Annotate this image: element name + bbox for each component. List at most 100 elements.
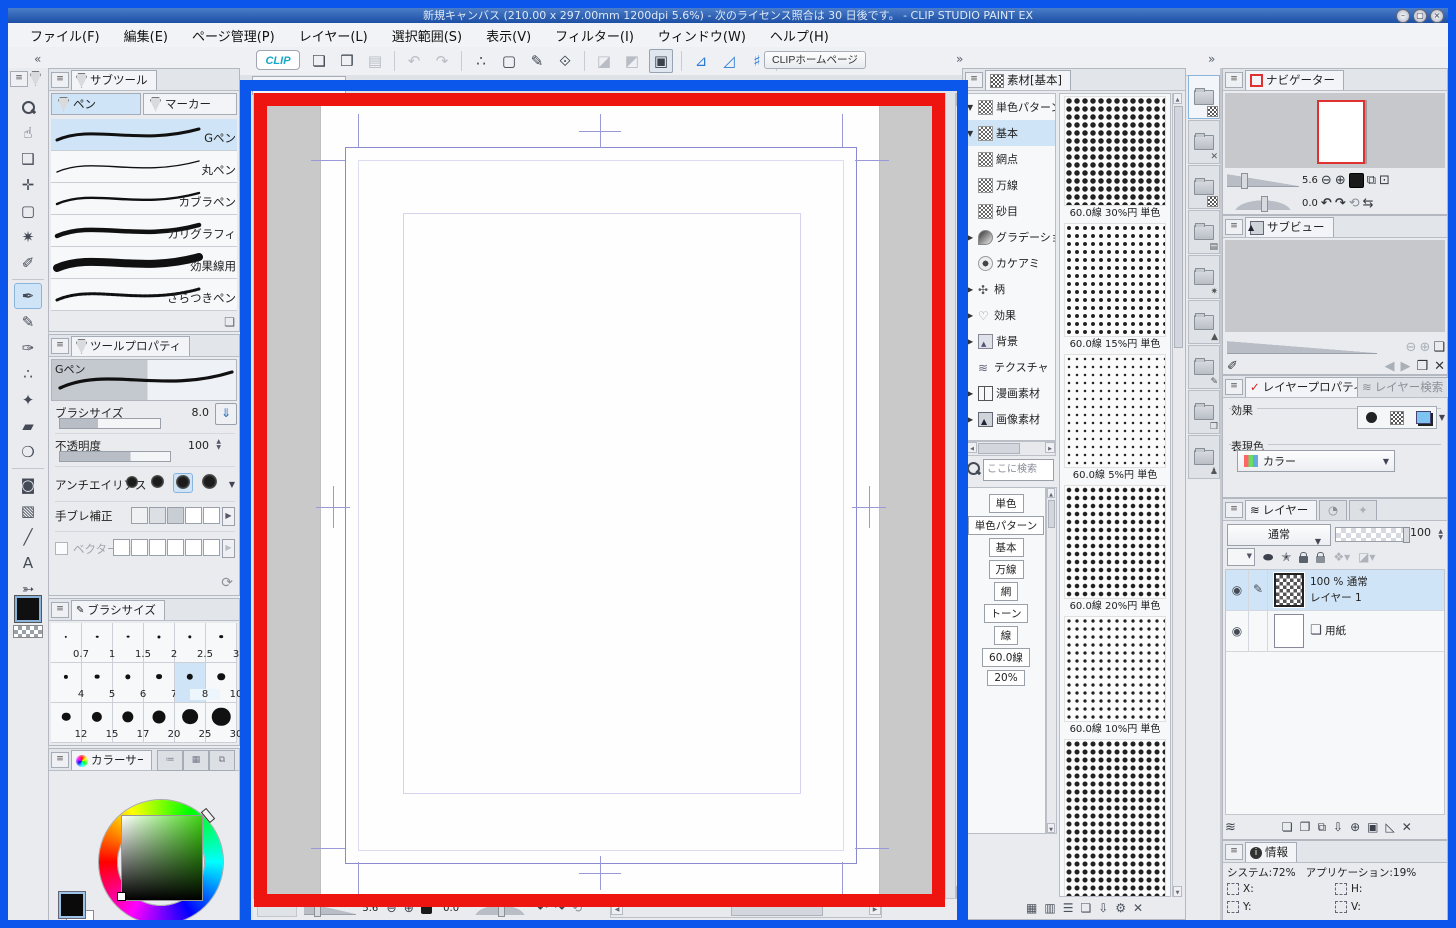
transparent-color-swatch[interactable]	[13, 625, 43, 638]
menu-item[interactable]: ファイル(F)	[18, 24, 112, 47]
material-tree-item[interactable]: 網点	[967, 146, 1055, 172]
brush-size-cell[interactable]: 7	[144, 663, 177, 703]
layer-command-icon[interactable]: ⊕	[1350, 820, 1360, 834]
tool-button[interactable]: ✐	[14, 250, 42, 276]
toolbar-icon[interactable]	[461, 51, 462, 71]
subview-delete-icon[interactable]: ✕	[1434, 359, 1445, 374]
brush-size-cell[interactable]: 10	[206, 663, 242, 703]
layer-command-icon[interactable]: ▣	[1367, 820, 1378, 834]
material-tree-item[interactable]: ▶ 背景	[967, 328, 1055, 354]
material-menu-icon[interactable]: ≡	[965, 72, 983, 88]
material-tree-item[interactable]: 砂目	[967, 198, 1055, 224]
material-tree-item[interactable]: カケアミ	[967, 250, 1055, 276]
color-mixing-tab[interactable]: ⧉	[209, 750, 235, 771]
ruler-icon[interactable]: ◪▾	[1358, 550, 1375, 564]
material-bottom-icon[interactable]: ☰	[1063, 901, 1074, 915]
anti-alias-strong[interactable]	[199, 474, 219, 494]
info-tab[interactable]: i 情報	[1245, 842, 1297, 862]
layer-property-tab[interactable]: ✓ レイヤープロパティ	[1245, 377, 1374, 397]
brush-size-cell[interactable]: 8	[175, 663, 220, 703]
layer-row[interactable]: ◉ ❏ 用紙	[1226, 611, 1444, 652]
brush-size-cell[interactable]: 1	[82, 623, 115, 663]
toolbar-icon[interactable]: ▢	[498, 50, 520, 72]
stabilization-level[interactable]	[149, 507, 166, 524]
material-tag[interactable]: 基本	[988, 538, 1024, 557]
material-bottom-icon[interactable]: ▥	[1044, 901, 1055, 915]
effect-border-button[interactable]	[1359, 408, 1383, 427]
material-folder-button[interactable]: ✷	[1188, 255, 1220, 299]
lock-transparent-icon[interactable]	[1316, 552, 1326, 563]
clip-to-layer-icon[interactable]: ⬬	[1263, 550, 1273, 565]
material-tree-item[interactable]: ▶ 漫画素材	[967, 380, 1055, 406]
tool-button[interactable]: ✦	[14, 387, 42, 413]
tool-button[interactable]: ✷	[14, 224, 42, 250]
navigator-fit-icon[interactable]	[1348, 172, 1364, 188]
rotate-ccw-icon[interactable]: ↶	[537, 901, 547, 915]
brush-size-tab[interactable]: ✎ ブラシサイズ	[71, 600, 165, 620]
navigator-reset-icon[interactable]: ⟲	[1349, 196, 1360, 211]
menu-item[interactable]: フィルター(I)	[543, 24, 646, 47]
brush-size-cell[interactable]: 5	[82, 663, 115, 703]
material-bottom-icon[interactable]: ⚙	[1115, 901, 1126, 915]
clip-homepage-button[interactable]: CLIPホームページ	[764, 51, 866, 69]
material-tree-item[interactable]: ▶ 効果	[967, 302, 1055, 328]
main-color-swatch-large[interactable]	[58, 891, 86, 919]
window-control-button[interactable]: ▢	[1413, 9, 1427, 23]
material-scrollbar[interactable]: ▲ ▼	[1172, 93, 1184, 897]
tool-button[interactable]: ╱	[14, 524, 42, 550]
layer-command-icon[interactable]: ◺	[1385, 820, 1394, 834]
brush-size-slider[interactable]	[59, 418, 161, 429]
anti-alias-dropdown[interactable]: ▼	[229, 480, 235, 489]
layer-visibility-icon[interactable]: ◉	[1226, 583, 1248, 597]
toolbar-icon[interactable]: ∴	[470, 50, 492, 72]
subtool-tab[interactable]: サブツール	[71, 70, 157, 90]
subview-eyedropper-icon[interactable]: ✐	[1227, 359, 1238, 374]
material-tab[interactable]: 素材[基本]	[985, 70, 1071, 90]
toolbar-icon[interactable]: ↶	[403, 50, 425, 72]
tool-property-menu-icon[interactable]: ≡	[51, 338, 69, 354]
material-tag[interactable]: 60.0線	[982, 648, 1030, 667]
layer-row[interactable]: ◉ ✎ 100 % 通常 レイヤー 1	[1226, 570, 1444, 611]
color-slider-tab[interactable]: ≔	[157, 750, 183, 771]
material-folder-button[interactable]: ▲	[1188, 300, 1220, 344]
material-bottom-icon[interactable]: ✕	[1133, 901, 1143, 915]
subview-prev-icon[interactable]: ◀	[1384, 359, 1394, 374]
opacity-stepper[interactable]: ▲ ▼	[216, 439, 221, 451]
navigator-zoom-slider[interactable]	[1227, 172, 1299, 189]
zoom-slider[interactable]	[304, 900, 357, 917]
material-item[interactable]: 60.0線 20%円 単色	[1060, 485, 1170, 614]
collapse-left-icon[interactable]: «	[34, 52, 41, 66]
subview-open-icon[interactable]: ❒	[1416, 359, 1428, 374]
subtool-group-tab[interactable]: マーカー	[143, 93, 237, 115]
layer-palette-tab2[interactable]: ◔	[1319, 500, 1347, 520]
subtool-item[interactable]: カリグラフィ	[51, 215, 237, 247]
navigator-zoom-out-icon[interactable]: ⊖	[1321, 173, 1332, 188]
tool-palette-menu-icon[interactable]: ≡	[10, 71, 28, 87]
material-item[interactable]: 60.0線 15%円 単色	[1060, 223, 1170, 352]
tool-button[interactable]: A	[14, 550, 42, 576]
pasteboard[interactable]	[253, 93, 946, 899]
brush-size-cell[interactable]: 2	[144, 623, 177, 663]
tool-button[interactable]: ❍	[14, 439, 42, 465]
subview-menu-icon[interactable]: ≡	[1225, 219, 1243, 235]
tool-button[interactable]: ☝	[14, 120, 42, 146]
navigator-rotate-slider[interactable]	[1227, 195, 1299, 212]
tool-button[interactable]: ▢	[14, 198, 42, 224]
tool-button[interactable]	[12, 468, 44, 469]
color-circle-tab[interactable]: カラーサークル	[71, 750, 152, 770]
navigator-preview[interactable]	[1225, 93, 1445, 168]
tool-button[interactable]: ∴	[14, 361, 42, 387]
new-subtool-icon[interactable]: ❏	[224, 315, 235, 329]
fit-screen-icon[interactable]	[420, 902, 432, 914]
effect-tone-button[interactable]	[1385, 408, 1409, 427]
lock-layer-icon[interactable]	[1299, 552, 1309, 563]
zoom-out-icon[interactable]: ⊖	[386, 901, 396, 915]
stabilization-level[interactable]	[185, 507, 202, 524]
material-folder-button[interactable]: ♟	[1188, 435, 1220, 479]
brush-size-cell[interactable]: 6	[113, 663, 146, 703]
vector-snap-checkbox[interactable]	[55, 542, 68, 555]
brush-size-cell[interactable]: 25	[175, 703, 211, 743]
toolbar-icon[interactable]: ▤	[364, 50, 386, 72]
subtool-menu-icon[interactable]: ≡	[51, 72, 69, 88]
info-menu-icon[interactable]: ≡	[1225, 844, 1243, 860]
